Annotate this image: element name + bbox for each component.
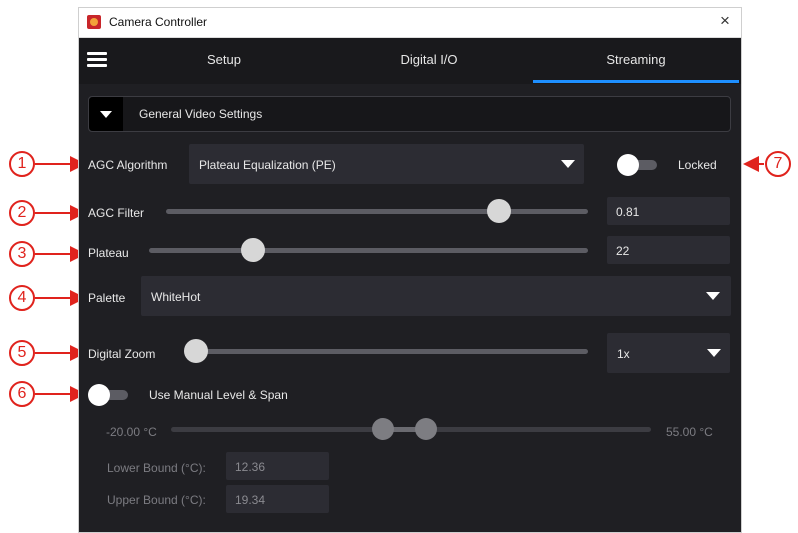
close-icon[interactable]: × — [715, 11, 735, 31]
toggle-knob — [88, 384, 110, 406]
active-tab-indicator — [533, 80, 739, 83]
locked-toggle[interactable] — [617, 154, 657, 176]
tab-bar: Setup Digital I/O Streaming — [79, 38, 741, 84]
plateau-slider-track[interactable] — [149, 248, 588, 253]
lower-bound-label: Lower Bound (°C): — [107, 461, 206, 475]
lower-bound-value: 12.36 — [235, 460, 266, 474]
digital-zoom-value: 1x — [617, 347, 630, 361]
upper-bound-field[interactable]: 19.34 — [226, 485, 329, 513]
palette-label: Palette — [88, 291, 126, 305]
tab-streaming[interactable]: Streaming — [583, 52, 689, 67]
plateau-slider-knob[interactable] — [241, 238, 265, 262]
agc-algorithm-label: AGC Algorithm — [88, 158, 168, 172]
general-video-settings-header[interactable]: General Video Settings — [88, 96, 731, 132]
range-lower-knob[interactable] — [372, 418, 394, 440]
plateau-label: Plateau — [88, 246, 129, 260]
window-title: Camera Controller — [109, 15, 208, 29]
plateau-value-field[interactable]: 22 — [607, 236, 730, 264]
app-icon — [87, 15, 101, 29]
collapse-chevron-icon[interactable] — [89, 97, 123, 131]
plateau-value: 22 — [616, 244, 630, 258]
upper-bound-label: Upper Bound (°C): — [107, 493, 206, 507]
digital-zoom-slider-knob[interactable] — [184, 339, 208, 363]
agc-algorithm-select[interactable]: Plateau Equalization (PE) — [189, 144, 584, 184]
manual-level-toggle[interactable] — [88, 384, 128, 406]
dropdown-arrow-icon — [706, 292, 720, 300]
dropdown-arrow-icon — [707, 349, 721, 357]
camera-controller-window: Camera Controller × Setup Digital I/O St… — [78, 7, 742, 533]
range-max-label: 55.00 °C — [666, 425, 713, 439]
manual-level-label: Use Manual Level & Span — [149, 388, 288, 402]
locked-label: Locked — [678, 158, 717, 172]
dropdown-arrow-icon — [561, 160, 575, 168]
tab-digital-io[interactable]: Digital I/O — [379, 52, 479, 67]
agc-filter-value: 0.81 — [616, 205, 640, 219]
range-min-label: -20.00 °C — [106, 425, 157, 439]
digital-zoom-label: Digital Zoom — [88, 347, 156, 361]
title-bar: Camera Controller × — [79, 8, 741, 38]
digital-zoom-slider-track[interactable] — [184, 349, 588, 354]
range-upper-knob[interactable] — [415, 418, 437, 440]
palette-select[interactable]: WhiteHot — [141, 276, 731, 316]
agc-filter-slider-knob[interactable] — [487, 199, 511, 223]
agc-filter-label: AGC Filter — [88, 206, 145, 220]
toggle-knob — [617, 154, 639, 176]
agc-filter-slider-track[interactable] — [166, 209, 588, 214]
digital-zoom-select[interactable]: 1x — [607, 333, 730, 373]
tab-setup[interactable]: Setup — [174, 52, 274, 67]
hamburger-menu-icon[interactable] — [87, 52, 107, 68]
section-title: General Video Settings — [139, 107, 263, 121]
upper-bound-value: 19.34 — [235, 493, 266, 507]
agc-algorithm-value: Plateau Equalization (PE) — [199, 158, 336, 172]
agc-filter-value-field[interactable]: 0.81 — [607, 197, 730, 225]
lower-bound-field[interactable]: 12.36 — [226, 452, 329, 480]
palette-value: WhiteHot — [151, 290, 201, 304]
